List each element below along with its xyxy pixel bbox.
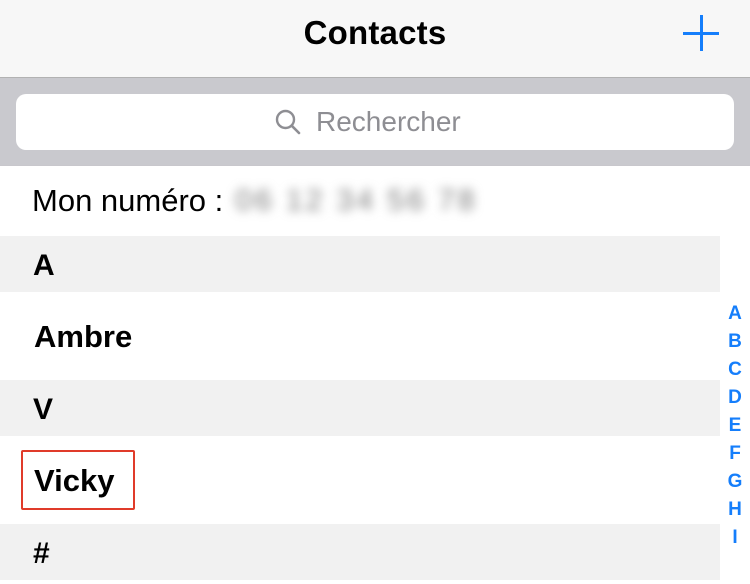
index-letter[interactable]: I (732, 524, 737, 552)
index-letter[interactable]: G (728, 468, 743, 496)
search-field[interactable] (16, 94, 734, 150)
section-header-v: V (0, 380, 720, 436)
contact-row-ambre[interactable]: Ambre (0, 292, 720, 380)
search-icon (275, 109, 301, 135)
my-number-row: Mon numéro : 06 12 34 56 78 (0, 166, 720, 236)
contact-row-vicky[interactable]: Vicky (0, 436, 720, 524)
search-bar-container (0, 78, 750, 166)
search-input[interactable] (316, 106, 476, 138)
page-title: Contacts (303, 14, 447, 51)
section-header-a: A (0, 236, 720, 292)
index-letter[interactable]: F (729, 440, 741, 468)
my-number-value: 06 12 34 56 78 (235, 184, 478, 217)
index-letter[interactable]: H (728, 496, 742, 524)
index-letter[interactable]: B (728, 328, 742, 356)
index-letter[interactable]: C (728, 356, 742, 384)
section-header-hash: # (0, 524, 720, 580)
index-letter[interactable]: D (728, 384, 742, 412)
index-letter[interactable]: A (728, 300, 742, 328)
index-letter[interactable]: E (729, 412, 742, 440)
add-contact-button[interactable] (680, 12, 722, 54)
my-number-label: Mon numéro : (32, 183, 224, 218)
navigation-bar: Contacts (0, 0, 750, 78)
section-index-bar[interactable]: A B C D E F G H I (722, 300, 748, 552)
